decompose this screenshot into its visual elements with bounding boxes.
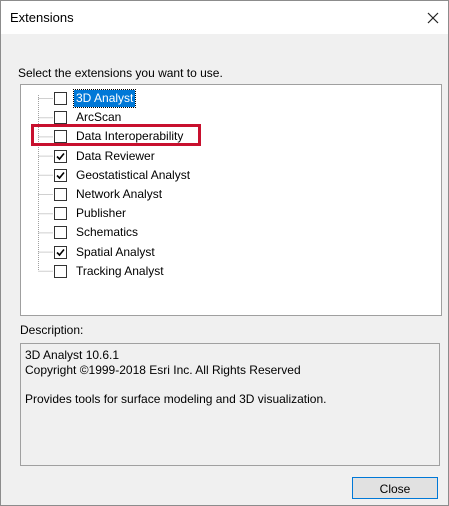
close-button[interactable]: Close: [352, 477, 438, 499]
dialog-title: Extensions: [10, 10, 74, 25]
instruction-text: Select the extensions you want to use.: [18, 66, 223, 80]
extension-checkbox[interactable]: [54, 149, 67, 163]
extension-label: Publisher: [76, 206, 127, 221]
description-label: Description:: [20, 323, 84, 337]
extension-label: Schematics: [76, 225, 139, 240]
extension-label: Tracking Analyst: [76, 263, 164, 278]
extension-checkbox[interactable]: [54, 92, 67, 105]
extension-checkbox[interactable]: [54, 111, 67, 125]
close-x-icon[interactable]: [422, 7, 444, 29]
extension-checkbox[interactable]: [54, 188, 67, 201]
highlight-box-data-interoperability: [31, 124, 201, 146]
description-box: 3D Analyst 10.6.1 Copyright ©1999-2018 E…: [20, 343, 440, 466]
description-version: 3D Analyst 10.6.1: [25, 348, 120, 362]
extension-checkbox[interactable]: [54, 245, 67, 259]
extension-label: Network Analyst: [76, 187, 163, 201]
extension-checkbox[interactable]: [54, 168, 67, 182]
extension-label: Data Reviewer: [76, 148, 155, 163]
title-bar: Extensions: [1, 1, 448, 34]
extension-label: 3D Analyst: [72, 89, 137, 108]
extension-label: Spatial Analyst: [76, 244, 155, 259]
extension-checkbox[interactable]: [54, 226, 67, 240]
extension-checkbox[interactable]: [54, 264, 67, 278]
description-copyright: Copyright ©1999-2018 Esri Inc. All Right…: [25, 363, 301, 377]
extension-checkbox[interactable]: [54, 207, 67, 221]
extension-label: Geostatistical Analyst: [76, 167, 191, 182]
description-summary: Provides tools for surface modeling and …: [25, 392, 327, 406]
extensions-list[interactable]: 3D Analyst ArcScan Data Interoperability Da…: [20, 84, 442, 316]
